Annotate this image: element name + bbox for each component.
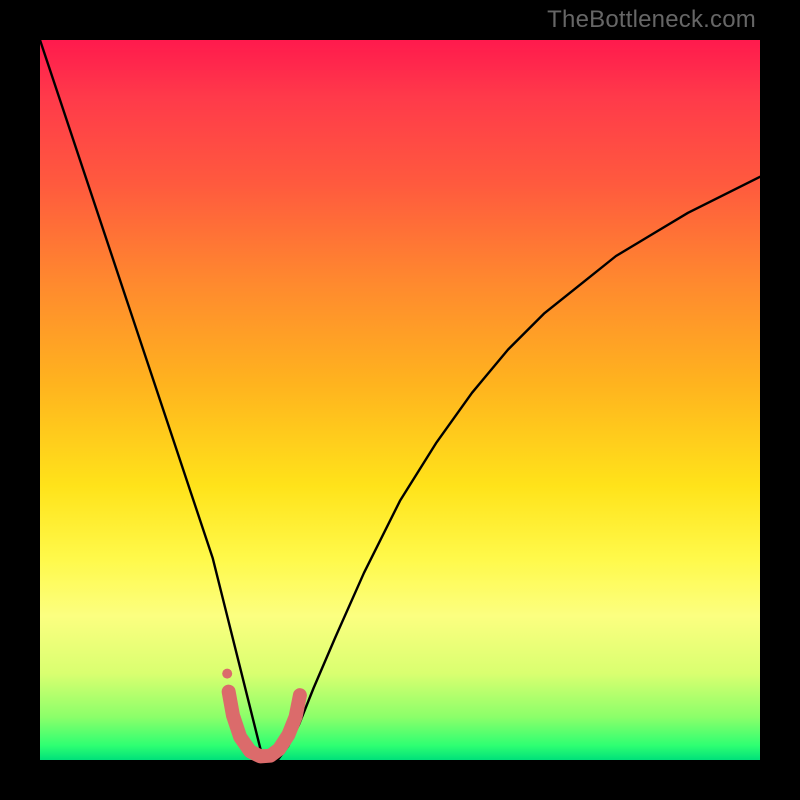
bottleneck-curve <box>40 40 760 760</box>
chart-frame: TheBottleneck.com <box>0 0 800 800</box>
plot-area <box>40 40 760 760</box>
marker-arc <box>229 692 300 757</box>
marker-dot <box>222 669 232 679</box>
watermark-label: TheBottleneck.com <box>547 6 756 34</box>
curve-layer <box>40 40 760 760</box>
